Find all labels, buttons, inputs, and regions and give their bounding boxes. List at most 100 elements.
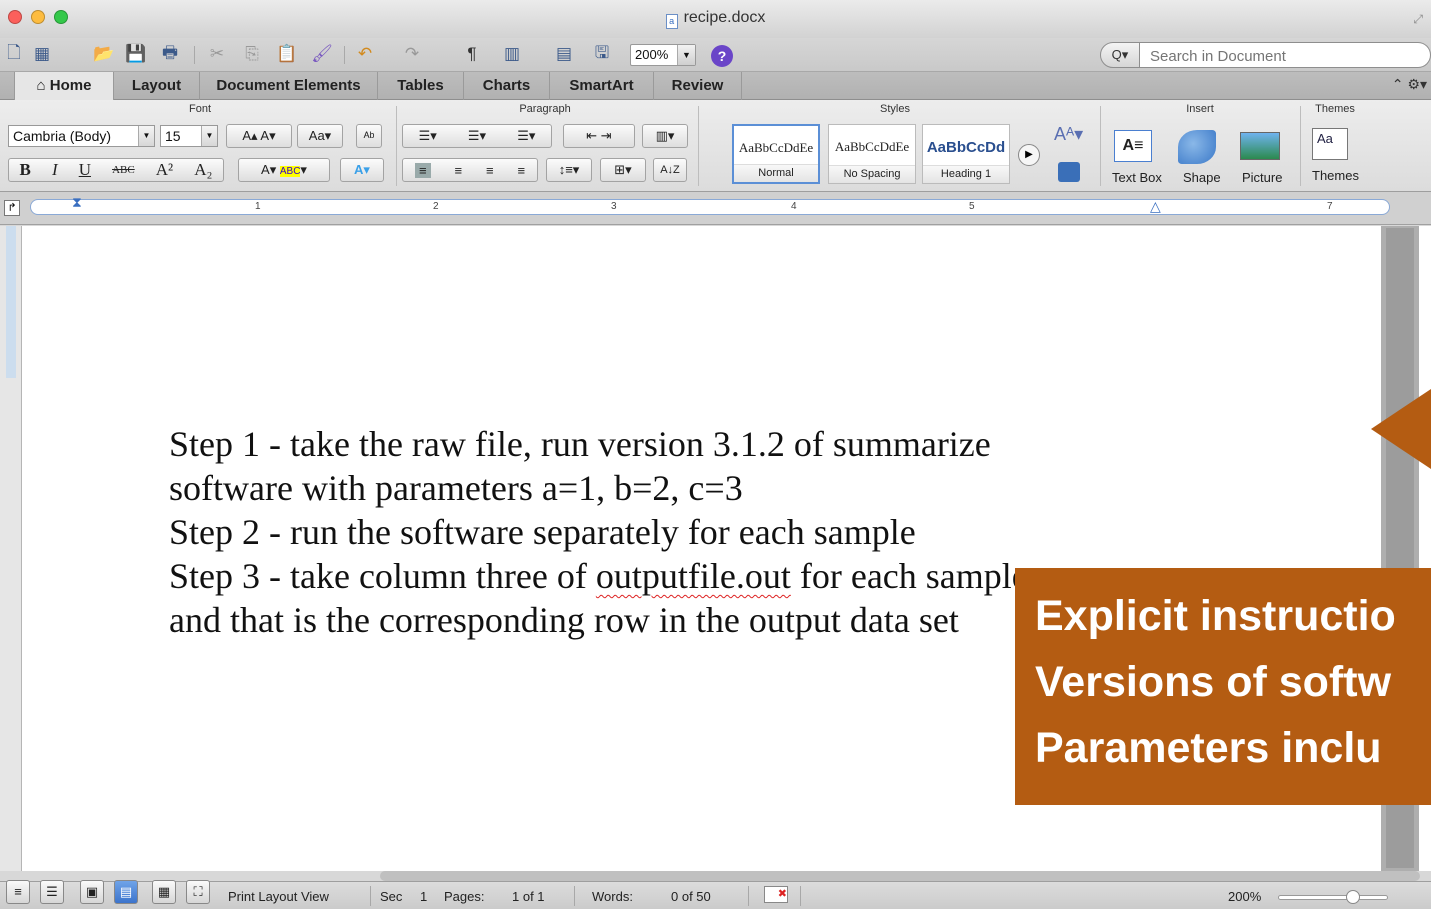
clear-formatting-button[interactable]: ᴬᵇ xyxy=(356,124,382,148)
text-box-icon[interactable]: A≡ xyxy=(1114,130,1152,162)
tab-home[interactable]: ⌂ Home xyxy=(14,72,114,100)
view-icon[interactable]: ▤ xyxy=(552,43,576,65)
home-icon: ⌂ xyxy=(36,77,50,94)
superscript-icon[interactable]: A² xyxy=(156,160,173,180)
ribbon-separator xyxy=(1100,106,1101,186)
subscript-icon[interactable]: A₂ xyxy=(194,160,212,180)
document-body[interactable]: Step 1 - take the raw file, run version … xyxy=(169,422,1028,642)
indent-buttons[interactable]: ⇤ ⇥ xyxy=(563,124,635,148)
status-bar: ≡ ☰ ▣ ▤ ▦ ⛶ Print Layout View Sec 1 Page… xyxy=(0,880,1431,909)
tab-charts[interactable]: Charts xyxy=(464,72,550,100)
ribbon-tabs: ⌂ Home Layout Document Elements Tables C… xyxy=(0,72,1431,100)
numbering-icon[interactable]: ☰▾ xyxy=(468,128,486,144)
outline-view-icon[interactable]: ☰ xyxy=(40,880,64,904)
status-separator xyxy=(370,886,371,906)
font-style-buttons: B I U ABC A² A₂ xyxy=(8,158,224,182)
ruler-mark: 5 xyxy=(969,201,975,212)
format-painter-icon[interactable]: 🖌 xyxy=(310,43,334,65)
callout-line: Parameters inclu xyxy=(1035,724,1382,772)
status-separator xyxy=(748,886,749,906)
text-effects-button[interactable]: A▾ xyxy=(340,158,384,182)
tab-smartart[interactable]: SmartArt xyxy=(550,72,654,100)
horizontal-scrollbar[interactable] xyxy=(380,871,1420,881)
zoom-slider[interactable] xyxy=(1278,895,1388,900)
font-name-select[interactable]: Cambria (Body) ▼ xyxy=(8,125,155,147)
toolbox-icon[interactable]: 🖫 xyxy=(590,43,614,65)
justify-icon[interactable]: ≡ xyxy=(517,163,525,178)
font-color-highlight-buttons[interactable]: A▾ ABC▾ xyxy=(238,158,330,182)
section-value: 1 xyxy=(420,889,428,904)
style-inspector-icon[interactable] xyxy=(1058,162,1080,182)
picture-button[interactable]: Picture xyxy=(1242,170,1282,185)
bold-icon[interactable]: B xyxy=(20,160,31,180)
help-button[interactable]: ? xyxy=(711,45,733,67)
tab-document-elements[interactable]: Document Elements xyxy=(200,72,378,100)
strikethrough-icon[interactable]: ABC xyxy=(112,164,135,176)
open-folder-icon[interactable]: 📂 xyxy=(92,43,116,65)
draft-view-icon[interactable]: ≡ xyxy=(6,880,30,904)
ruler-mark: 7 xyxy=(1327,201,1333,212)
save-icon[interactable]: 💾 xyxy=(124,43,148,65)
collapse-ribbon-icon[interactable]: ⌃ ⚙▾ xyxy=(1392,76,1427,93)
ruler-track[interactable]: 1 2 3 4 5 7 xyxy=(30,199,1390,215)
show-formatting-icon[interactable]: ¶ xyxy=(460,43,484,65)
fullscreen-icon[interactable]: ⤢ xyxy=(1413,12,1423,27)
ribbon-separator xyxy=(396,106,397,186)
styles-next-icon[interactable]: ▶ xyxy=(1018,144,1040,166)
publishing-layout-icon[interactable]: ▣ xyxy=(80,880,104,904)
tab-layout[interactable]: Layout xyxy=(114,72,200,100)
shape-button[interactable]: Shape xyxy=(1183,170,1221,185)
align-right-icon[interactable]: ≡ xyxy=(486,163,494,178)
align-center-icon[interactable]: ≡ xyxy=(454,163,462,178)
full-screen-view-icon[interactable]: ⛶ xyxy=(186,880,210,904)
zoom-select[interactable]: 200% ▼ xyxy=(630,44,696,66)
group-title-insert: Insert xyxy=(1186,103,1214,115)
group-title-themes: Themes xyxy=(1315,103,1355,115)
text-box-button[interactable]: Text Box xyxy=(1112,170,1162,185)
right-indent-marker[interactable]: △ xyxy=(1150,198,1161,215)
styles-pane-icon[interactable]: Aᴬ▾ xyxy=(1054,124,1083,145)
tab-stop-selector[interactable]: ↱ xyxy=(4,200,20,216)
align-left-icon[interactable]: ≡ xyxy=(414,162,431,178)
spelling-grammar-icon[interactable]: ✖ xyxy=(764,886,788,903)
paste-icon[interactable]: 📋 xyxy=(275,43,299,65)
picture-icon[interactable] xyxy=(1240,132,1280,160)
search-icon[interactable]: Q▾ xyxy=(1100,42,1140,68)
cut-icon[interactable]: ✂ xyxy=(205,43,229,65)
search-input[interactable] xyxy=(1140,42,1431,68)
line-spacing-button[interactable]: ↕≡▾ xyxy=(546,158,592,182)
change-case-button[interactable]: Aa▾ xyxy=(297,124,343,148)
print-icon[interactable]: 🖶 xyxy=(158,43,182,65)
columns-button[interactable]: ▥▾ xyxy=(642,124,688,148)
sort-button[interactable]: A↓Z xyxy=(653,158,687,182)
underline-icon[interactable]: U xyxy=(79,160,91,180)
themes-button[interactable]: Themes xyxy=(1312,168,1359,183)
shape-icon[interactable] xyxy=(1178,130,1216,164)
copy-icon[interactable]: ⎘ xyxy=(240,43,264,65)
style-heading-1[interactable]: AaBbCcDd Heading 1 xyxy=(922,124,1010,184)
tab-tables[interactable]: Tables xyxy=(378,72,464,100)
new-document-icon[interactable]: 🗋 xyxy=(2,43,26,65)
undo-icon[interactable]: ↶ xyxy=(353,43,377,65)
gallery-icon[interactable]: ▦ xyxy=(30,43,54,65)
group-title-styles: Styles xyxy=(880,103,910,115)
redo-icon[interactable]: ↷ xyxy=(400,43,424,65)
style-no-spacing[interactable]: AaBbCcDdEe No Spacing xyxy=(828,124,916,184)
word-document-icon: a xyxy=(665,14,678,29)
bullets-icon[interactable]: ☰▾ xyxy=(419,128,437,144)
zoom-slider-handle[interactable] xyxy=(1346,890,1360,904)
tab-review[interactable]: Review xyxy=(654,72,742,100)
notebook-layout-icon[interactable]: ▦ xyxy=(152,880,176,904)
left-indent-marker[interactable]: ⧗ xyxy=(72,194,82,211)
italic-icon[interactable]: I xyxy=(52,160,58,180)
borders-button[interactable]: ⊞▾ xyxy=(600,158,646,182)
group-title-font: Font xyxy=(188,103,211,115)
multilevel-list-icon[interactable]: ☰▾ xyxy=(517,128,535,144)
style-normal[interactable]: AaBbCcDdEe Normal xyxy=(732,124,820,184)
grow-shrink-font-buttons[interactable]: A▴ A▾ xyxy=(226,124,292,148)
font-size-select[interactable]: 15 ▼ xyxy=(160,125,218,147)
print-layout-icon[interactable]: ▤ xyxy=(114,880,138,904)
sidebar-icon[interactable]: ▥ xyxy=(500,43,524,65)
document-line: Step 3 - take column three of outputfile… xyxy=(169,556,1028,596)
themes-icon[interactable]: Aa xyxy=(1312,128,1348,160)
